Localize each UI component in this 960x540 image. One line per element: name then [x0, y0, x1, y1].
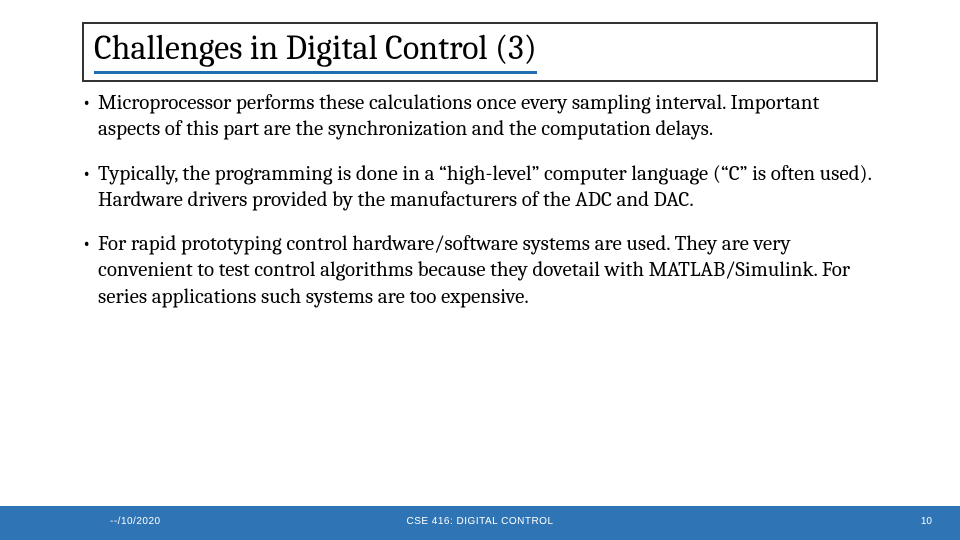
bullet-list: Microprocessor performs these calculatio…: [82, 90, 878, 310]
footer-bar: --/10/2020 CSE 416: DIGITAL CONTROL 10: [0, 506, 960, 540]
bullet-item: For rapid prototyping control hardware/s…: [82, 231, 878, 310]
footer-course: CSE 416: DIGITAL CONTROL: [0, 516, 960, 527]
slide-number: 10: [921, 516, 932, 527]
slide-title: Challenges in Digital Control (3): [94, 28, 537, 74]
body-content: Microprocessor performs these calculatio…: [82, 90, 878, 328]
title-box: Challenges in Digital Control (3): [82, 22, 878, 82]
bullet-item: Microprocessor performs these calculatio…: [82, 90, 878, 143]
slide: Challenges in Digital Control (3) Microp…: [0, 0, 960, 540]
bullet-item: Typically, the programming is done in a …: [82, 161, 878, 214]
